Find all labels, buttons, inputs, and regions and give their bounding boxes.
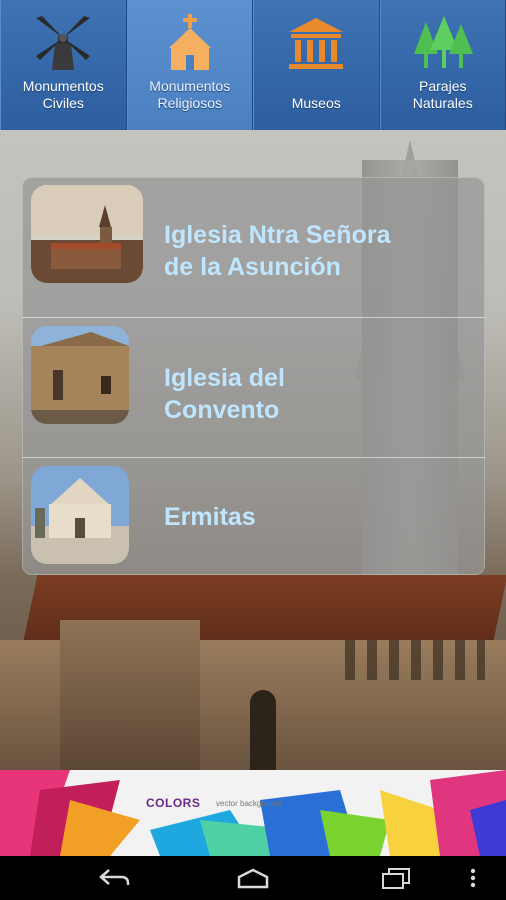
system-navbar: [0, 856, 506, 900]
religious-monuments-list: Iglesia Ntra Señora de la Asunción Iglesi…: [22, 177, 485, 575]
overflow-icon: [470, 868, 476, 888]
item-title: Ermitas: [164, 503, 256, 531]
church-thumbnail: [31, 185, 143, 283]
tab-museos[interactable]: Museos: [253, 0, 380, 130]
tab-label: Monumentos Civiles: [22, 78, 104, 111]
item-title: Iglesia Ntra Señora de la Asunción: [164, 221, 391, 281]
tab-label: Museos: [291, 95, 341, 111]
ad-subtitle: vector background: [216, 799, 282, 808]
church-door: [250, 690, 276, 770]
home-icon: [237, 868, 269, 889]
list-item-ermitas[interactable]: Ermitas: [22, 457, 485, 575]
church-arches: [345, 640, 485, 680]
tab-monumentos-civiles[interactable]: Monumentos Civiles: [0, 0, 127, 130]
tab-label: Monumentos Religiosos: [149, 78, 231, 111]
tab-parajes-naturales[interactable]: Parajes Naturales: [379, 0, 506, 130]
category-tabbar: Monumentos Civiles Monumentos Religiosos M…: [0, 0, 506, 130]
tab-label: Parajes Naturales: [412, 78, 473, 111]
list-item-iglesia-convento[interactable]: Iglesia del Convento: [22, 317, 485, 457]
windmill-icon: [36, 16, 91, 70]
overflow-menu-button[interactable]: [458, 862, 488, 894]
church-icon: [168, 14, 211, 70]
tab-monumentos-religiosos[interactable]: Monumentos Religiosos: [126, 0, 253, 130]
ad-artwork: [0, 770, 506, 856]
item-title: Iglesia del Convento: [164, 364, 285, 424]
convent-thumbnail: [31, 326, 129, 424]
ad-title: COLORS: [146, 796, 201, 810]
back-icon: [99, 869, 130, 885]
home-button[interactable]: [229, 862, 277, 894]
hermitage-thumbnail: [31, 466, 129, 564]
church-apse: [60, 620, 200, 770]
ad-banner[interactable]: COLORS vector background: [0, 770, 506, 856]
list-item-iglesia-asuncion[interactable]: Iglesia Ntra Señora de la Asunción: [22, 177, 485, 317]
trees-icon: [413, 16, 473, 68]
back-button[interactable]: [90, 862, 138, 894]
recents-icon: [382, 868, 410, 889]
recents-button[interactable]: [372, 862, 420, 894]
museum-icon: [289, 18, 344, 69]
